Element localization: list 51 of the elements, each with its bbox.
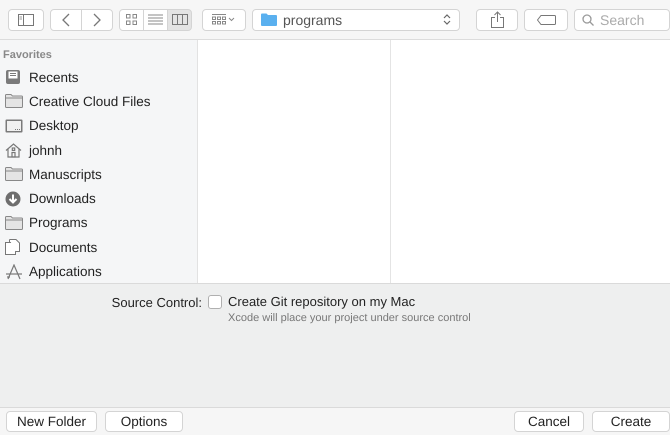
sidebar-heading: Favorites <box>3 49 52 61</box>
back-button[interactable] <box>50 8 82 30</box>
sidebar-item[interactable]: Desktop <box>29 118 79 134</box>
dialog-button[interactable]: Cancel <box>514 411 584 432</box>
share-button[interactable] <box>476 8 518 30</box>
sidebar-toggle-button[interactable] <box>8 8 44 30</box>
columns-icon <box>172 14 188 25</box>
search-field[interactable]: Search <box>574 8 670 30</box>
checkbox-label[interactable]: Create Git repository on my Mac <box>228 294 416 309</box>
share-icon <box>490 11 504 28</box>
up-down-chevron-icon <box>443 13 451 26</box>
chevron-right-icon <box>93 12 101 26</box>
list-icon <box>148 14 163 25</box>
view-mode-button[interactable] <box>167 8 192 30</box>
folder-icon <box>261 13 277 26</box>
desktop-icon <box>5 118 23 133</box>
arrange-button[interactable] <box>202 8 246 30</box>
sidebar-item[interactable]: Downloads <box>29 191 96 206</box>
sidebar-item[interactable]: Recents <box>29 70 79 85</box>
location-label: programs <box>283 12 344 28</box>
sidebar-item[interactable]: johnh <box>29 142 62 158</box>
view-mode-button[interactable] <box>119 8 144 30</box>
house-icon <box>5 142 22 158</box>
dialog-button[interactable]: New Folder <box>6 411 98 432</box>
dialog-button[interactable]: Create <box>592 411 670 432</box>
chevron-left-icon <box>62 12 70 26</box>
checkbox[interactable] <box>208 294 222 308</box>
location-popup[interactable]: programs <box>252 8 460 30</box>
sidebar-toggle-icon <box>18 14 34 26</box>
folder-icon <box>5 216 23 230</box>
download-icon <box>5 190 21 207</box>
arrange-icon <box>212 14 236 25</box>
tag-icon <box>536 14 556 24</box>
tag-button[interactable] <box>524 8 568 30</box>
field-label: Source Control: <box>110 294 202 310</box>
grid-icon <box>126 14 137 25</box>
dialog-button[interactable]: Options <box>105 411 184 432</box>
forward-button[interactable] <box>81 8 113 30</box>
sidebar-item[interactable]: Programs <box>29 215 88 230</box>
applications-icon <box>5 264 23 280</box>
sidebar-item[interactable]: Creative Cloud Files <box>29 94 151 109</box>
sidebar-item[interactable]: Documents <box>29 240 98 255</box>
search-icon <box>582 14 594 26</box>
hint-text: Xcode will place your project under source control <box>228 312 471 324</box>
sidebar-item[interactable]: Applications <box>29 264 102 280</box>
recents-icon <box>5 69 21 86</box>
view-mode-button[interactable] <box>143 8 168 30</box>
documents-icon <box>5 239 20 256</box>
folder-icon <box>5 167 23 182</box>
folder-icon <box>5 94 23 108</box>
sidebar-item[interactable]: Manuscripts <box>29 166 102 182</box>
